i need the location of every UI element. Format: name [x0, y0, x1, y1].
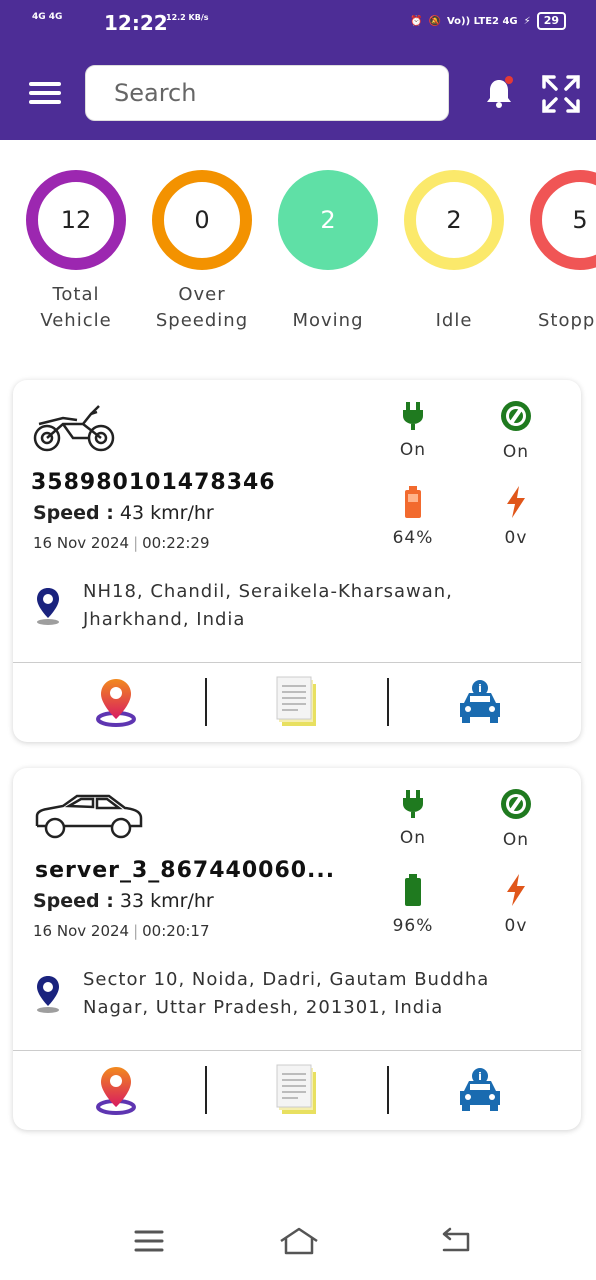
- home-icon[interactable]: [278, 1226, 320, 1256]
- status-icons: ⏰ 🔕 Vo)) LTE2 4G ⚡ 29: [410, 12, 566, 30]
- map-pin-icon: [96, 679, 136, 727]
- vehicle-card[interactable]: server_3_867440060... Speed : 33 kmr/hr …: [13, 768, 581, 1130]
- vehicle-id: server_3_867440060...: [35, 858, 336, 883]
- stat-ring: 2: [278, 170, 378, 270]
- vehicle-speed: Speed : 43 kmr/hr: [33, 502, 214, 524]
- bell-icon[interactable]: [484, 76, 514, 110]
- stat-total-vehicle[interactable]: 12 Total Vehicle: [26, 170, 126, 334]
- fullscreen-icon[interactable]: [541, 74, 581, 114]
- alarm-icon: ⏰: [410, 15, 423, 27]
- stat-over-speeding[interactable]: 0 Over Speeding: [152, 170, 252, 334]
- document-icon: [276, 1064, 316, 1114]
- vehicle-card[interactable]: 358980101478346 Speed : 43 kmr/hr 16 Nov…: [13, 380, 581, 742]
- vehicle-info-button[interactable]: i: [455, 676, 505, 728]
- car-icon: [35, 794, 143, 839]
- stat-moving[interactable]: 2 Moving: [278, 170, 378, 334]
- power-value: On: [399, 828, 427, 848]
- back-icon[interactable]: [438, 1226, 474, 1256]
- stat-label: Stopp: [538, 310, 596, 331]
- battery-value: 64%: [392, 528, 434, 548]
- ignition-status: On: [486, 400, 546, 462]
- network-speed: 12.2 KB/s: [166, 13, 209, 22]
- status-time: 12:22: [104, 11, 168, 35]
- report-button[interactable]: [273, 1064, 323, 1116]
- battery-icon: [405, 874, 421, 906]
- battery-value: 96%: [392, 916, 434, 936]
- report-button[interactable]: [273, 676, 323, 728]
- ignition-icon: [501, 789, 531, 819]
- track-location-button[interactable]: [91, 676, 141, 728]
- vehicle-info-button[interactable]: i: [455, 1064, 505, 1116]
- voltage-value: 0v: [504, 916, 528, 936]
- action-separator: [205, 1066, 207, 1114]
- motorcycle-icon: [33, 405, 115, 452]
- stat-ring: 0: [152, 170, 252, 270]
- vehicle-address: Sector 10, Noida, Dadri, Gautam Buddha N…: [83, 969, 490, 1018]
- map-pin-icon: [96, 1067, 136, 1115]
- ignition-status: On: [486, 788, 546, 850]
- plug-icon: [403, 790, 423, 818]
- vehicle-timestamp: 16 Nov 2024 | 00:22:29: [33, 534, 210, 552]
- network-indicator: 4G 4G: [32, 12, 63, 22]
- voltage-status: 0v: [486, 874, 546, 936]
- card-divider: [13, 1050, 581, 1051]
- location-pin-icon: [37, 976, 59, 1013]
- network-right: Vo)) LTE2 4G: [446, 15, 518, 27]
- battery-indicator: 29: [536, 12, 566, 30]
- stat-label: Over Speeding: [155, 284, 249, 331]
- power-status: On: [383, 400, 443, 460]
- stat-label: Idle: [435, 310, 473, 331]
- vehicle-id: 358980101478346: [31, 470, 276, 495]
- stat-label: Moving: [292, 310, 364, 331]
- battery-status: 64%: [383, 486, 443, 548]
- vehicle-speed: Speed : 33 kmr/hr: [33, 890, 214, 912]
- battery-status: 96%: [383, 874, 443, 936]
- power-status: On: [383, 788, 443, 848]
- menu-icon[interactable]: [29, 82, 61, 106]
- voltage-status: 0v: [486, 486, 546, 548]
- battery-icon: [405, 486, 421, 518]
- action-separator: [387, 678, 389, 726]
- action-separator: [387, 1066, 389, 1114]
- document-icon: [276, 676, 316, 726]
- search-bar[interactable]: [85, 65, 449, 121]
- lightning-icon: [507, 486, 525, 518]
- vehicle-address: NH18, Chandil, Seraikela-Kharsawan, Jhar…: [83, 581, 453, 630]
- recent-apps-icon[interactable]: [132, 1226, 168, 1256]
- ignition-value: On: [502, 830, 530, 850]
- location-pin-icon: [37, 588, 59, 625]
- track-location-button[interactable]: [91, 1064, 141, 1116]
- charging-icon: ⚡: [523, 15, 531, 27]
- stat-ring: 5: [530, 170, 596, 270]
- status-bar: 4G 4G 12:22 12.2 KB/s ⏰ 🔕 Vo)) LTE2 4G ⚡…: [0, 0, 596, 46]
- ignition-value: On: [502, 442, 530, 462]
- action-separator: [205, 678, 207, 726]
- card-divider: [13, 662, 581, 663]
- voltage-value: 0v: [504, 528, 528, 548]
- lightning-icon: [507, 874, 525, 906]
- stat-ring: 2: [404, 170, 504, 270]
- search-input[interactable]: [112, 78, 436, 108]
- stat-stopped[interactable]: 5 Stopp: [530, 170, 596, 334]
- mute-icon: 🔕: [428, 15, 441, 27]
- app-header: 4G 4G 12:22 12.2 KB/s ⏰ 🔕 Vo)) LTE2 4G ⚡…: [0, 0, 596, 140]
- stat-idle[interactable]: 2 Idle: [404, 170, 504, 334]
- plug-icon: [403, 402, 423, 430]
- ignition-icon: [501, 401, 531, 431]
- car-info-icon: i: [460, 1068, 500, 1111]
- vehicle-timestamp: 16 Nov 2024 | 00:20:17: [33, 922, 210, 940]
- stat-label: Total Vehicle: [40, 284, 112, 331]
- car-info-icon: i: [460, 680, 500, 723]
- power-value: On: [399, 440, 427, 460]
- stat-ring: 12: [26, 170, 126, 270]
